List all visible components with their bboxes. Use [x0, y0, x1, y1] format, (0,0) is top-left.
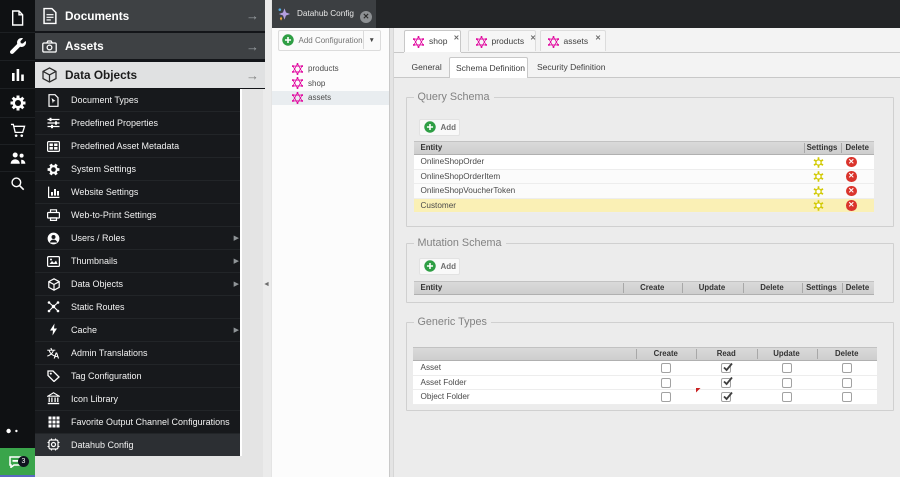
svg-text:A: A — [54, 351, 60, 359]
